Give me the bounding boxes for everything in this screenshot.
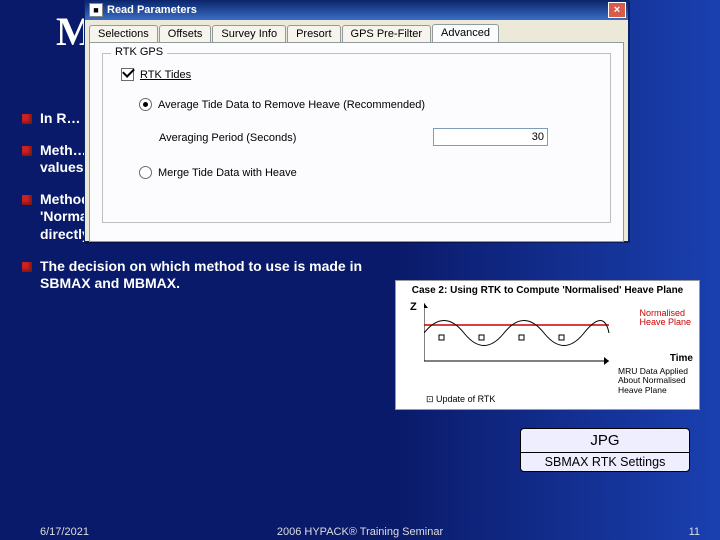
input-avg-period[interactable] — [433, 128, 548, 146]
label-merge-tide: Merge Tide Data with Heave — [158, 167, 297, 179]
tab-panel-advanced: RTK GPS RTK Tides Average Tide Data to R… — [89, 42, 624, 242]
footer-page: 11 — [689, 526, 700, 538]
read-parameters-dialog: ■ Read Parameters × Selections Offsets S… — [84, 0, 629, 242]
footer-date: 6/17/2021 — [40, 526, 89, 538]
bullet-text: The decision on which method to use is m… — [40, 258, 362, 292]
field-merge-tide[interactable]: Merge Tide Data with Heave — [139, 166, 297, 179]
jpg-label: JPG — [521, 429, 689, 453]
diagram-legend: ⊡ Update of RTK — [426, 394, 495, 405]
field-avg-tide[interactable]: Average Tide Data to Remove Heave (Recom… — [139, 98, 425, 111]
diagram-title: Case 2: Using RTK to Compute 'Normalised… — [400, 285, 695, 296]
label-avg-period: Averaging Period (Seconds) — [159, 132, 296, 144]
tab-offsets[interactable]: Offsets — [159, 25, 212, 43]
dialog-title: Read Parameters — [107, 4, 608, 16]
group-rtk-gps: RTK GPS RTK Tides Average Tide Data to R… — [102, 53, 611, 223]
bullet-item: The decision on which method to use is m… — [22, 258, 372, 293]
tab-selections[interactable]: Selections — [89, 25, 158, 43]
close-button[interactable]: × — [608, 2, 626, 18]
jpg-caption-box: JPG SBMAX RTK Settings — [520, 428, 690, 472]
tab-advanced[interactable]: Advanced — [432, 24, 499, 42]
field-avg-period: Averaging Period (Seconds) — [159, 132, 296, 144]
checkbox-rtk-tides[interactable] — [121, 68, 134, 81]
radio-avg-tide[interactable] — [139, 98, 152, 111]
tab-gps-prefilter[interactable]: GPS Pre-Filter — [342, 25, 432, 43]
radio-merge-tide[interactable] — [139, 166, 152, 179]
diagram-mru-label: MRU Data Applied About Normalised Heave … — [618, 367, 693, 395]
label-rtk-tides: RTK Tides — [140, 69, 191, 81]
sys-icon: ■ — [89, 3, 103, 17]
footer-center: 2006 HYPACK® Training Seminar — [277, 526, 443, 538]
diagram-ylabel: Z — [410, 301, 417, 313]
diagram-norm-label: NormalisedHeave Plane — [639, 309, 691, 327]
diagram-case2: Case 2: Using RTK to Compute 'Normalised… — [395, 280, 700, 410]
diagram-plot — [424, 303, 614, 373]
close-icon: × — [614, 4, 620, 16]
group-legend: RTK GPS — [111, 46, 167, 58]
tab-presort[interactable]: Presort — [287, 25, 340, 43]
tab-bar: Selections Offsets Survey Info Presort G… — [89, 24, 624, 42]
diagram-xlabel: Time — [670, 353, 693, 364]
tab-survey-info[interactable]: Survey Info — [212, 25, 286, 43]
titlebar[interactable]: ■ Read Parameters × — [85, 0, 628, 20]
field-rtk-tides[interactable]: RTK Tides — [121, 68, 191, 81]
jpg-caption: SBMAX RTK Settings — [521, 453, 689, 471]
label-avg-tide: Average Tide Data to Remove Heave (Recom… — [158, 99, 425, 111]
